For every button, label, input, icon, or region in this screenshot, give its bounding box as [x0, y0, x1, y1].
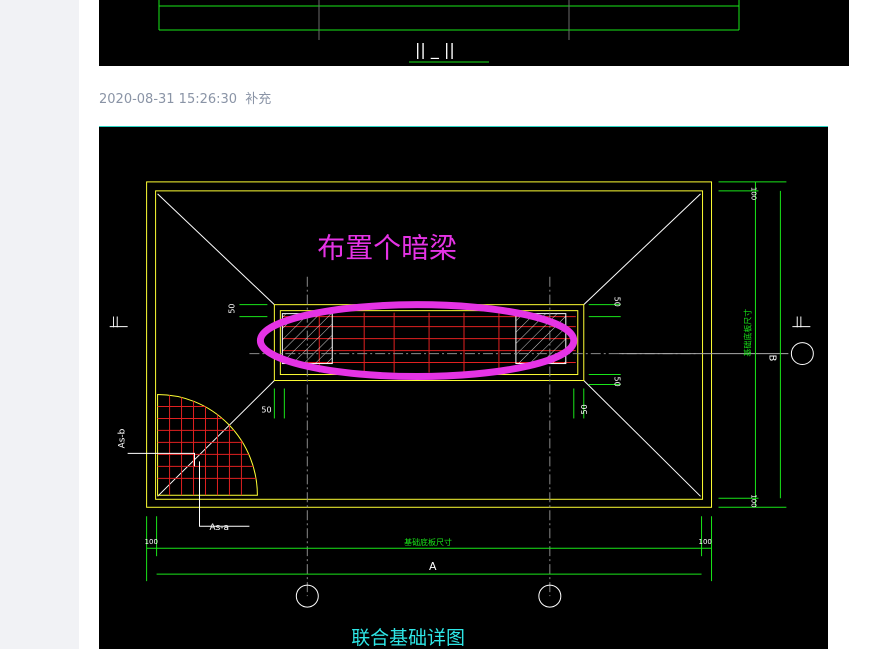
dim-100-bottom-left: 100 [145, 538, 158, 546]
left-gutter [0, 0, 79, 649]
dim-50-left: 50 [227, 304, 236, 314]
label-as-b: As-b [118, 428, 128, 448]
section-mark-left: || [112, 315, 119, 328]
dim-100-bottom-right: 100 [699, 538, 712, 546]
cad-image-combined-foundation[interactable]: As-b As-a 50 50 50 50 50 100 100 基础底板尺寸 … [99, 126, 828, 649]
reply-meta: 2020-08-31 15:26:30 补充 [99, 91, 275, 109]
cad-image-previous[interactable]: || _ || [99, 0, 849, 66]
grid-bubble-right [790, 342, 814, 366]
dim-caption-vertical: 基础底板尺寸 [742, 309, 752, 357]
dim-50-bottom-left: 50 [261, 405, 271, 414]
rebar-detail-quarter [157, 393, 258, 496]
label-a: A [429, 560, 437, 573]
dim-100-right-top: 100 [749, 187, 757, 200]
cad-drawing-combined-foundation: As-b As-a 50 50 50 50 50 100 100 基础底板尺寸 … [109, 181, 814, 649]
drawing-caption: 联合基础详图 [351, 627, 465, 649]
dim-100-right-bottom: 100 [749, 494, 757, 507]
label-b: B [766, 355, 777, 362]
label-as-a: As-a [209, 523, 229, 533]
reply-timestamp: 2020-08-31 15:26:30 [99, 92, 238, 107]
dim-50-bottom-right: 50 [580, 404, 589, 414]
section-mark-previous: || _ || [415, 40, 455, 60]
dim-caption-horizontal: 基础底板尺寸 [404, 537, 452, 547]
dim-50-right-top: 50 [613, 297, 622, 307]
dim-50-right-bottom: 50 [613, 377, 622, 387]
reply-type-label: 补充 [245, 92, 272, 107]
cad-drawing-previous: || _ || [158, 0, 740, 63]
section-mark-right: || [795, 315, 802, 328]
annotation-text: 布置个暗梁 [317, 232, 457, 265]
